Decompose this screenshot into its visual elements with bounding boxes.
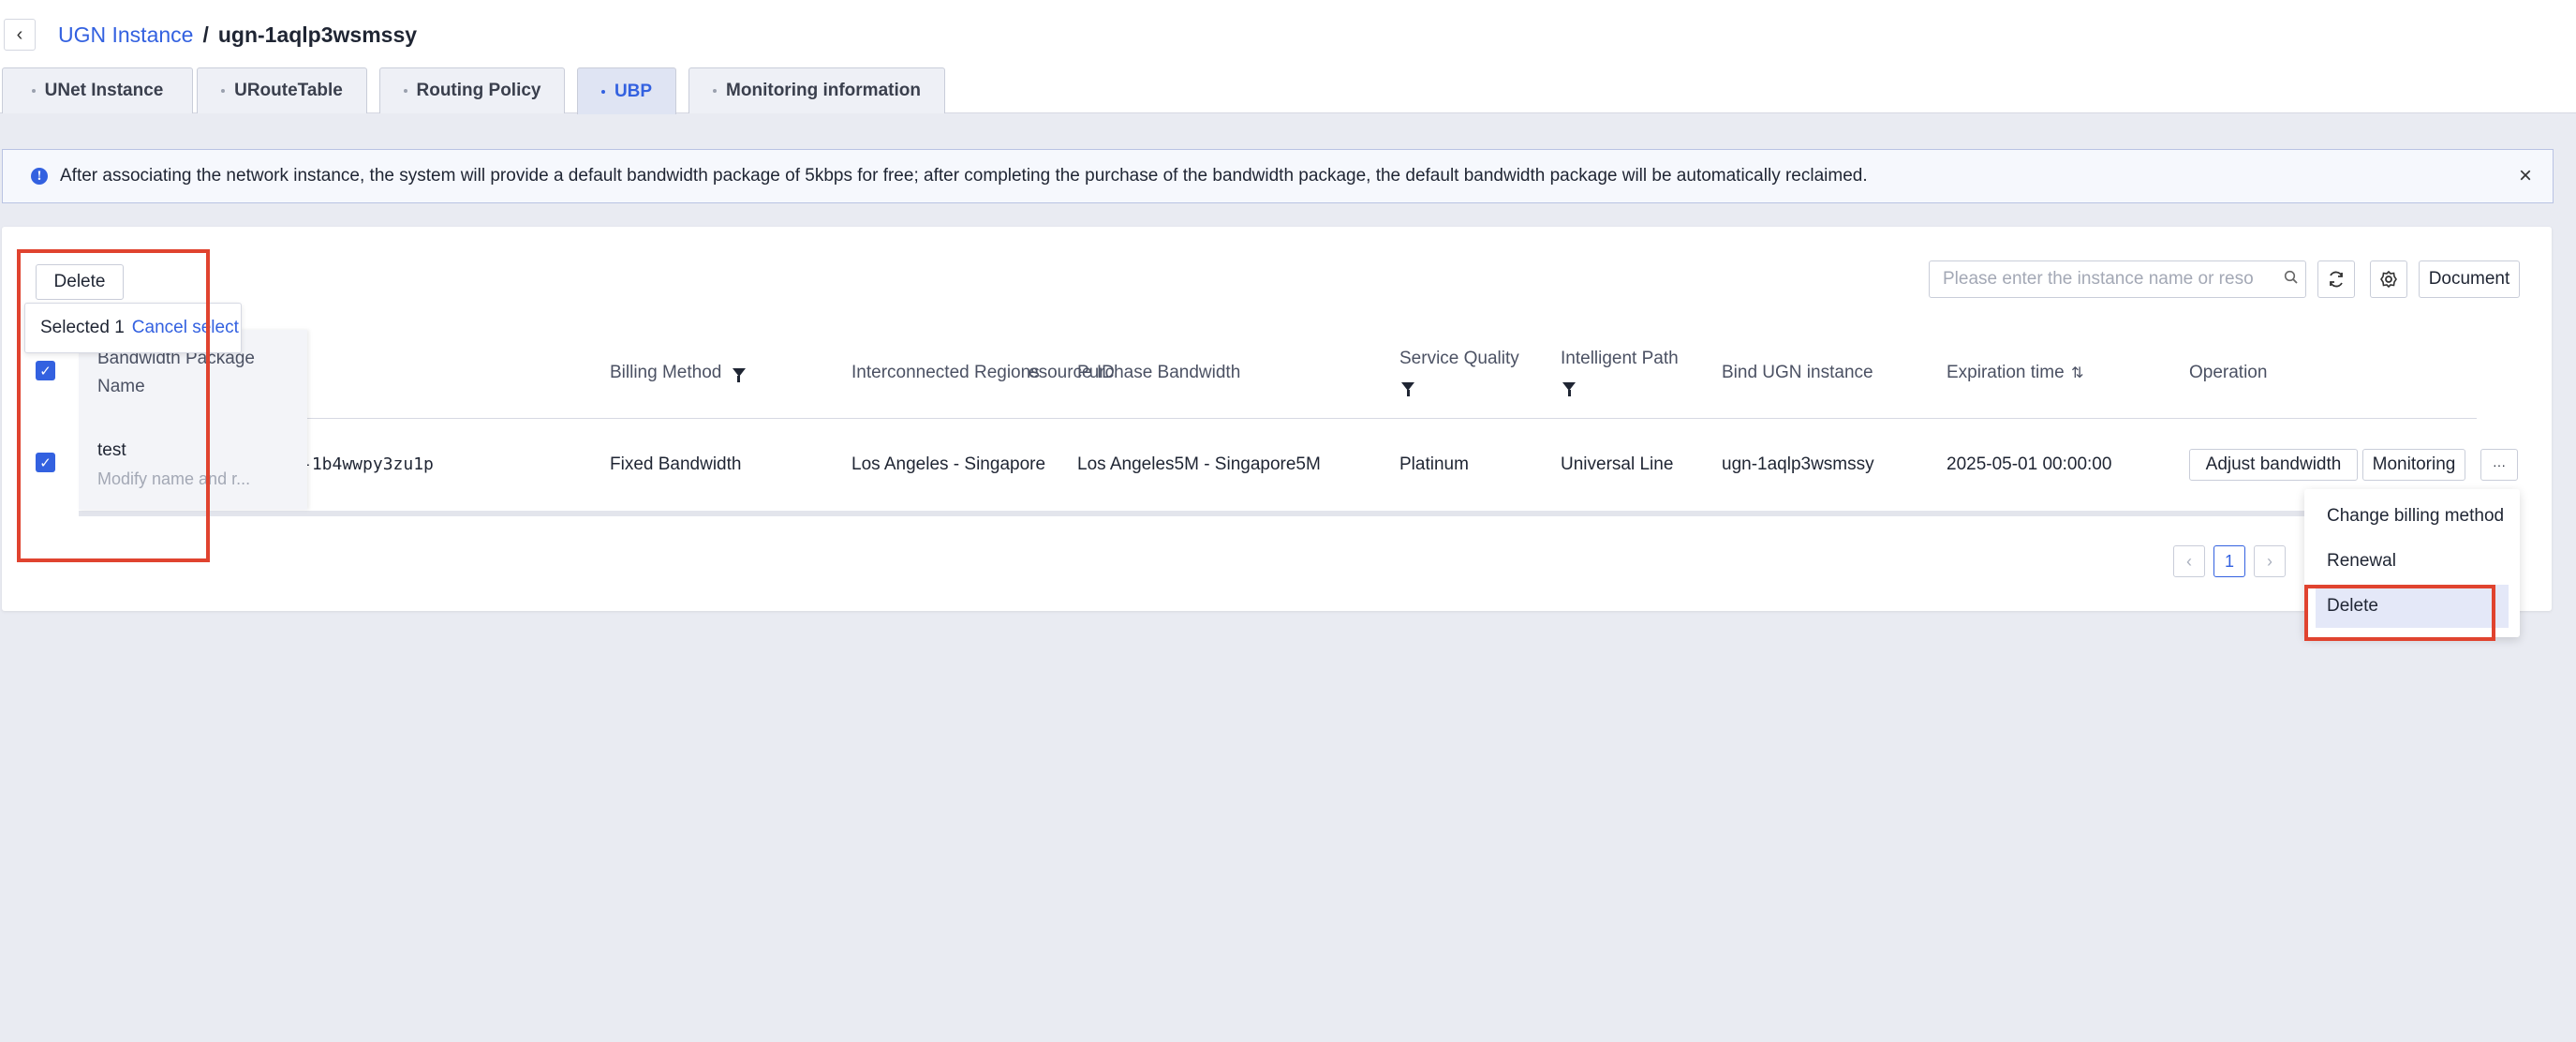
info-notice: ! After associating the network instance… bbox=[2, 149, 2554, 203]
search-box bbox=[1929, 260, 2306, 298]
tab-monitoring-information[interactable]: Monitoring information bbox=[688, 67, 945, 113]
filter-icon[interactable] bbox=[1562, 382, 1576, 397]
highlight-box-selection bbox=[17, 249, 210, 562]
column-header-label: Expiration time bbox=[1947, 363, 2065, 382]
tab-label: URouteTable bbox=[234, 81, 343, 100]
tab-routing-policy[interactable]: Routing Policy bbox=[379, 67, 565, 113]
gear-icon bbox=[2380, 270, 2397, 289]
tab-dot-icon bbox=[713, 89, 718, 93]
column-header-billing-method: Billing Method bbox=[610, 359, 746, 387]
intelligent-path-cell: Universal Line bbox=[1561, 454, 1674, 474]
column-header-label: Billing Method bbox=[610, 363, 722, 382]
settings-button[interactable] bbox=[2370, 260, 2407, 298]
search-icon[interactable] bbox=[2277, 270, 2305, 290]
filter-icon[interactable] bbox=[1401, 382, 1414, 397]
filter-icon[interactable] bbox=[732, 368, 746, 383]
highlight-box-delete bbox=[2304, 585, 2495, 641]
resource-id-cell: -1b4wwpy3zu1p bbox=[302, 454, 434, 474]
column-header-interconnected-regions: Interconnected Regions bbox=[851, 363, 1040, 382]
monitoring-button[interactable]: Monitoring bbox=[2362, 449, 2465, 481]
bind-ugn-cell: ugn-1aqlp3wsmssy bbox=[1722, 454, 1874, 474]
back-button[interactable]: ‹ bbox=[4, 19, 36, 51]
column-header-intelligent-path: Intelligent Path bbox=[1561, 345, 1679, 401]
billing-method-cell: Fixed Bandwidth bbox=[610, 454, 742, 474]
column-header-purchase-bandwidth: Purchase Bandwidth bbox=[1077, 363, 1241, 382]
menu-item-renewal[interactable]: Renewal bbox=[2304, 540, 2520, 583]
tab-dot-icon bbox=[600, 89, 605, 94]
info-icon: ! bbox=[31, 168, 48, 185]
notice-text: After associating the network instance, … bbox=[60, 166, 1868, 186]
column-header-bind-ugn-instance: Bind UGN instance bbox=[1722, 363, 1873, 382]
horizontal-scrollbar[interactable] bbox=[79, 511, 2477, 516]
tab-label: Routing Policy bbox=[416, 81, 541, 100]
breadcrumb: UGN Instance / ugn-1aqlp3wsmssy bbox=[58, 19, 417, 51]
tab-dot-icon bbox=[31, 89, 36, 93]
tab-label: UNet Instance bbox=[44, 81, 164, 100]
more-actions-button[interactable]: ··· bbox=[2480, 449, 2518, 481]
column-header-expiration-time: Expiration time ⇅ bbox=[1947, 359, 2083, 388]
service-quality-cell: Platinum bbox=[1399, 454, 1469, 474]
menu-item-change-billing-method[interactable]: Change billing method bbox=[2304, 495, 2520, 538]
next-page-button[interactable]: › bbox=[2254, 545, 2286, 577]
prev-page-button[interactable]: ‹ bbox=[2173, 545, 2205, 577]
column-header-label: Intelligent Path bbox=[1561, 349, 1679, 368]
expiration-time-cell: 2025-05-01 00:00:00 bbox=[1947, 454, 2112, 474]
breadcrumb-separator: / bbox=[202, 22, 209, 47]
column-header-service-quality: Service Quality bbox=[1399, 345, 1519, 401]
tab-label: UBP bbox=[614, 81, 653, 101]
tab-label: Monitoring information bbox=[726, 81, 921, 100]
column-header-operation: Operation bbox=[2189, 363, 2268, 382]
header-divider bbox=[79, 418, 2477, 419]
search-input[interactable] bbox=[1941, 262, 2277, 296]
close-icon[interactable]: × bbox=[2519, 163, 2532, 189]
refresh-icon bbox=[2330, 271, 2343, 288]
regions-cell: Los Angeles - Singapore bbox=[851, 454, 1046, 474]
document-button[interactable]: Document bbox=[2419, 260, 2520, 298]
page-title: ugn-1aqlp3wsmssy bbox=[217, 22, 418, 47]
sort-icon[interactable]: ⇅ bbox=[2071, 365, 2083, 381]
purchase-bandwidth-cell: Los Angeles5M - Singapore5M bbox=[1077, 454, 1321, 474]
tab-unet-instance[interactable]: UNet Instance bbox=[2, 67, 193, 113]
tab-dot-icon bbox=[403, 89, 407, 93]
top-bar: ‹ UGN Instance / ugn-1aqlp3wsmssy UNet I… bbox=[0, 0, 2576, 114]
tab-dot-icon bbox=[221, 89, 226, 93]
chevron-left-icon: ‹ bbox=[16, 23, 23, 45]
column-header-label: Service Quality bbox=[1399, 349, 1519, 368]
refresh-button[interactable] bbox=[2317, 260, 2355, 298]
tab-ubp[interactable]: UBP bbox=[577, 67, 676, 114]
tab-uroutetable[interactable]: URouteTable bbox=[197, 67, 367, 113]
breadcrumb-parent-link[interactable]: UGN Instance bbox=[58, 22, 193, 48]
adjust-bandwidth-button[interactable]: Adjust bandwidth bbox=[2189, 449, 2358, 481]
page-button-1[interactable]: 1 bbox=[2213, 545, 2245, 577]
